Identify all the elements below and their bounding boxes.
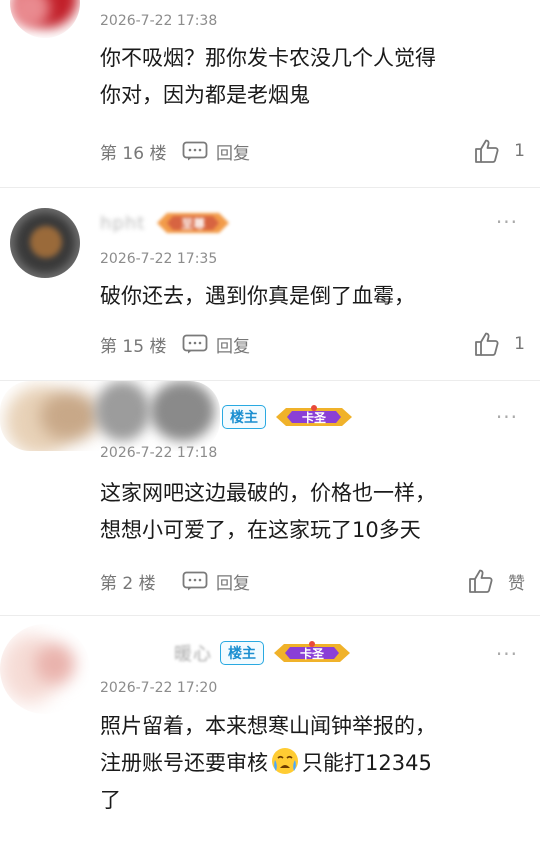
- more-dots-icon[interactable]: ···: [496, 405, 518, 429]
- comment-text-line: 你对，因为都是老烟鬼: [100, 83, 310, 107]
- level-badge: 卡圣: [274, 404, 354, 430]
- comment-time: 2026-7-22 17:20: [100, 680, 218, 696]
- reply-button[interactable]: 回复: [182, 139, 250, 164]
- avatar[interactable]: [10, 0, 80, 38]
- comment-floor-15: hpht 至尊 ··· 2026-7-22 17:35 破你还去，遇到你真是倒了…: [0, 188, 540, 380]
- comment-meta: 第 15 楼 回复 1: [100, 331, 525, 357]
- reply-label: 回复: [216, 573, 250, 594]
- reply-bubble-icon: [182, 141, 208, 161]
- thumbs-up-icon: [475, 139, 499, 163]
- comment-text: 这家网吧这边最破的，价格也一样， 想想小可爱了，在这家玩了10多天: [100, 475, 525, 549]
- comment-text-line: 你不吸烟？那你发卡农没几个人觉得: [100, 46, 436, 70]
- host-badge: 楼主: [220, 641, 264, 665]
- comment-time: 2026-7-22 17:35: [100, 251, 218, 267]
- floor-number: 第 2 楼: [100, 573, 156, 594]
- user-name[interactable]: 暖心: [100, 640, 212, 666]
- comment-text-line: 想想小可爱了，在这家玩了10多天: [100, 518, 421, 542]
- floor-number: 第 16 楼: [100, 143, 167, 164]
- comment-text-line: 注册账号还要审核 只能打12345: [100, 745, 525, 782]
- reply-button[interactable]: 回复: [182, 569, 250, 594]
- like-button[interactable]: 赞: [468, 568, 525, 594]
- comment-text-line: 了: [100, 788, 121, 812]
- comment-text: 你不吸烟？那你发卡农没几个人觉得 你对，因为都是老烟鬼: [100, 40, 525, 114]
- comment-meta: 第 2 楼 回复 赞: [100, 568, 525, 594]
- like-count: 1: [514, 141, 525, 161]
- comment-text-line: 这家网吧这边最破的，价格也一样，: [100, 481, 436, 505]
- reply-bubble-icon: [182, 571, 208, 591]
- comment-time: 2026-7-22 17:18: [100, 445, 218, 461]
- user-name[interactable]: hpht: [100, 213, 145, 234]
- reply-button[interactable]: 回复: [182, 332, 250, 357]
- like-button[interactable]: 1: [474, 331, 525, 357]
- reply-label: 回复: [216, 336, 250, 357]
- comment-text-line: 破你还去，遇到你真是倒了血霉，: [100, 284, 415, 308]
- like-count: 1: [514, 334, 525, 354]
- comment-text: 照片留着，本来想寒山闻钟举报的， 注册账号还要审核 只能打12345 了: [100, 708, 525, 819]
- user-line: 楼主 卡圣: [222, 404, 354, 430]
- level-badge: 至尊: [153, 210, 233, 236]
- floor-number: 第 15 楼: [100, 336, 167, 357]
- crying-face-emoji: [272, 748, 298, 774]
- reply-label: 回复: [216, 143, 250, 164]
- user-line: 暖心 楼主 卡圣: [100, 640, 352, 666]
- avatar[interactable]: [0, 381, 220, 451]
- like-button[interactable]: 1: [474, 138, 525, 164]
- thumbs-up-icon: [469, 569, 493, 593]
- comment-floor-16: 2026-7-22 17:38 你不吸烟？那你发卡农没几个人觉得 你对，因为都是…: [0, 0, 540, 188]
- comment-meta: 第 16 楼 回复 1: [100, 138, 525, 164]
- more-dots-icon[interactable]: ···: [496, 210, 518, 234]
- host-badge: 楼主: [222, 405, 266, 429]
- thumbs-up-icon: [475, 332, 499, 356]
- like-count: 赞: [508, 573, 525, 594]
- user-line: hpht 至尊: [100, 210, 233, 236]
- comment-text: 破你还去，遇到你真是倒了血霉，: [100, 278, 525, 315]
- comment-floor-2: 楼主 卡圣 ··· 2026-7-22 17:18 这家网吧这边最破的，价格也一…: [0, 381, 540, 615]
- avatar[interactable]: [10, 208, 80, 278]
- reply-bubble-icon: [182, 334, 208, 354]
- comment-text-line: 照片留着，本来想寒山闻钟举报的，: [100, 714, 436, 738]
- level-badge: 卡圣: [272, 640, 352, 666]
- avatar[interactable]: [0, 624, 90, 714]
- more-dots-icon[interactable]: ···: [496, 642, 518, 666]
- comment-floor-reply: 暖心 楼主 卡圣 ··· 2026-7-22 17:20 照片留着，本来想寒山闻…: [0, 616, 540, 844]
- comment-time: 2026-7-22 17:38: [100, 13, 218, 29]
